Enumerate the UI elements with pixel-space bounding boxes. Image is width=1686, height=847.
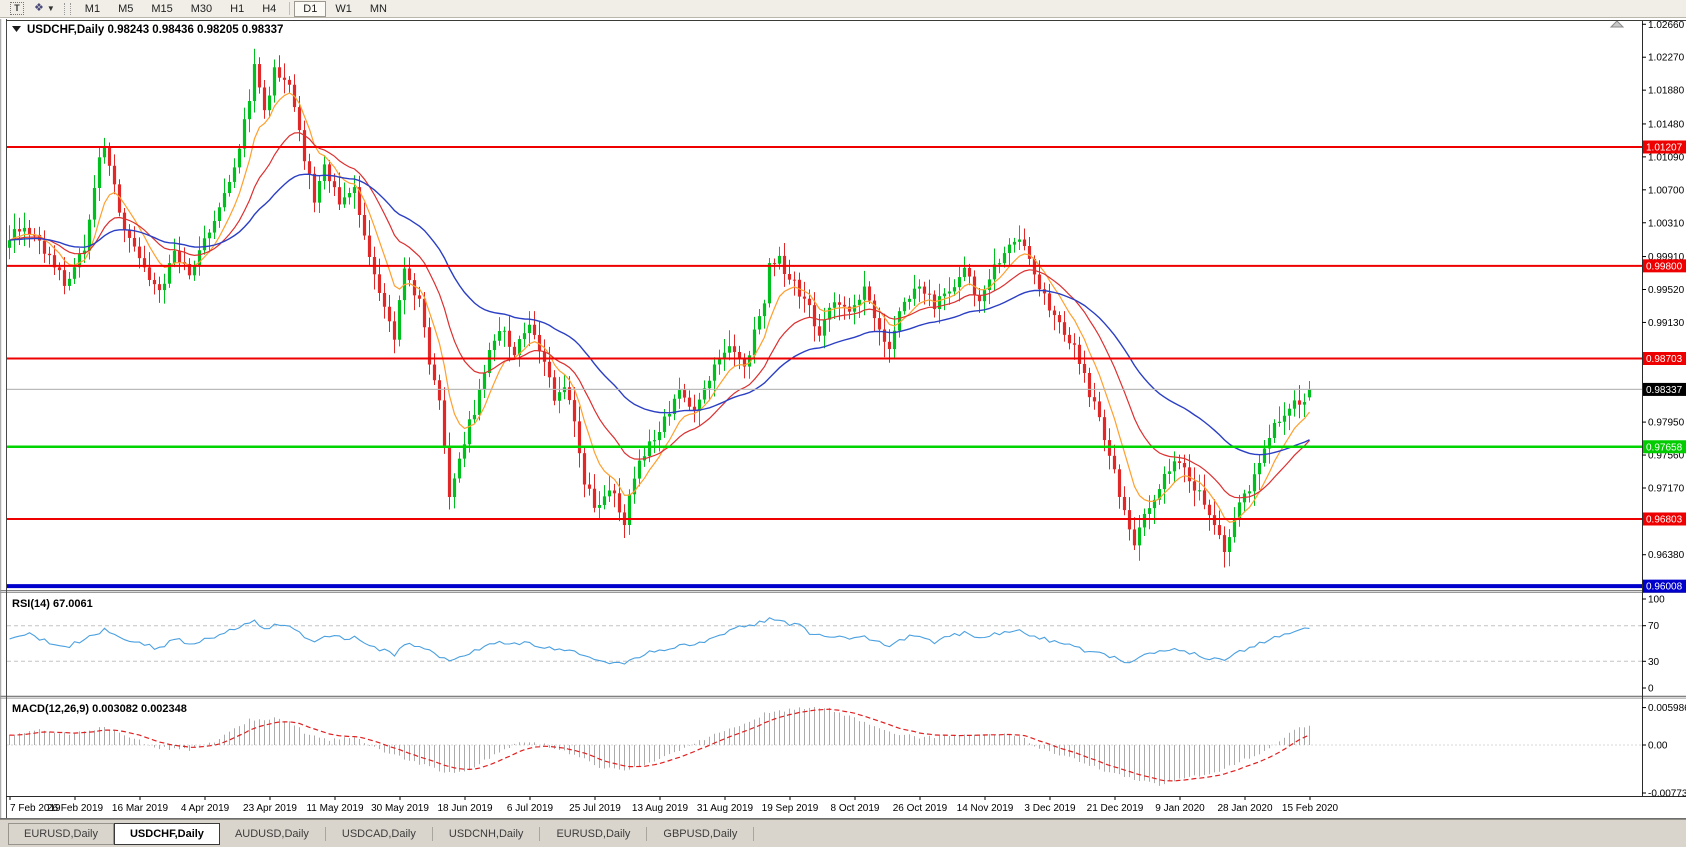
svg-text:1.01090: 1.01090 bbox=[1648, 152, 1685, 163]
svg-text:0.98703: 0.98703 bbox=[1646, 354, 1683, 365]
indicators-button[interactable]: ❖ ▼ bbox=[30, 1, 59, 17]
timeframe-button-m1[interactable]: M1 bbox=[76, 1, 109, 17]
chart-tab-usdcad-3[interactable]: USDCAD,Daily bbox=[327, 824, 431, 844]
svg-text:13 Aug 2019: 13 Aug 2019 bbox=[632, 803, 689, 814]
svg-text:0.96803: 0.96803 bbox=[1646, 514, 1683, 525]
svg-text:0.99520: 0.99520 bbox=[1648, 285, 1685, 296]
tab-divider bbox=[431, 826, 433, 841]
svg-text:1.01880: 1.01880 bbox=[1648, 86, 1685, 97]
tab-divider bbox=[539, 826, 541, 841]
svg-text:0.99130: 0.99130 bbox=[1648, 318, 1685, 329]
timeframe-button-h4[interactable]: H4 bbox=[253, 1, 285, 17]
svg-text:-0.007737: -0.007737 bbox=[1648, 789, 1686, 800]
svg-text:26 Feb 2019: 26 Feb 2019 bbox=[47, 803, 104, 814]
bottom-tab-bar: EURUSD,Daily USDCHF,Daily AUDUSD,Daily USDC… bbox=[0, 819, 1686, 847]
tab-divider bbox=[324, 826, 326, 841]
svg-text:1.02660: 1.02660 bbox=[1648, 20, 1685, 31]
timeframe-button-m30[interactable]: M30 bbox=[182, 1, 221, 17]
svg-text:1.02270: 1.02270 bbox=[1648, 53, 1685, 64]
svg-text:0.96380: 0.96380 bbox=[1648, 550, 1685, 561]
toolbar-separator bbox=[289, 2, 291, 15]
svg-text:1.00700: 1.00700 bbox=[1648, 185, 1685, 196]
toolbar-grip-handle[interactable] bbox=[63, 2, 71, 15]
svg-text:15 Feb 2020: 15 Feb 2020 bbox=[1282, 803, 1339, 814]
svg-text:0.97170: 0.97170 bbox=[1648, 483, 1685, 494]
chart-title-ohlc: USDCHF,Daily 0.98243 0.98436 0.98205 0.9… bbox=[27, 24, 283, 36]
svg-text:26 Oct 2019: 26 Oct 2019 bbox=[893, 803, 948, 814]
svg-text:0.97658: 0.97658 bbox=[1646, 442, 1683, 453]
svg-text:18 Jun 2019: 18 Jun 2019 bbox=[437, 803, 492, 814]
svg-text:6 Jul 2019: 6 Jul 2019 bbox=[507, 803, 554, 814]
text-tool-icon: T bbox=[10, 2, 24, 15]
timeframe-button-h1[interactable]: H1 bbox=[221, 1, 253, 17]
svg-text:0.005986: 0.005986 bbox=[1648, 703, 1686, 714]
svg-text:100: 100 bbox=[1648, 595, 1665, 606]
svg-text:70: 70 bbox=[1648, 621, 1660, 632]
svg-text:28 Jan 2020: 28 Jan 2020 bbox=[1217, 803, 1272, 814]
svg-text:1.01207: 1.01207 bbox=[1646, 143, 1683, 154]
svg-text:23 Apr 2019: 23 Apr 2019 bbox=[243, 803, 297, 814]
rsi-label: RSI(14) 67.0061 bbox=[12, 598, 93, 610]
svg-text:30: 30 bbox=[1648, 657, 1660, 668]
svg-text:4 Apr 2019: 4 Apr 2019 bbox=[181, 803, 230, 814]
timeframe-button-m5[interactable]: M5 bbox=[109, 1, 142, 17]
svg-text:25 Jul 2019: 25 Jul 2019 bbox=[569, 803, 621, 814]
svg-text:11 May 2019: 11 May 2019 bbox=[306, 803, 364, 814]
tab-divider bbox=[646, 826, 648, 841]
chart-area[interactable]: USDCHF,Daily 0.98243 0.98436 0.98205 0.9… bbox=[0, 19, 1686, 819]
timeframe-button-mn[interactable]: MN bbox=[361, 1, 396, 17]
svg-text:0.97950: 0.97950 bbox=[1648, 418, 1685, 429]
svg-text:16 Mar 2019: 16 Mar 2019 bbox=[112, 803, 169, 814]
svg-text:3 Dec 2019: 3 Dec 2019 bbox=[1024, 803, 1076, 814]
svg-text:19 Sep 2019: 19 Sep 2019 bbox=[762, 803, 819, 814]
indicators-icon: ❖ bbox=[34, 2, 44, 14]
chart-tab-eurusd-5[interactable]: EURUSD,Daily bbox=[541, 824, 645, 844]
svg-text:0.99800: 0.99800 bbox=[1646, 261, 1683, 272]
macd-label: MACD(12,26,9) 0.003082 0.002348 bbox=[12, 703, 187, 715]
svg-text:0.96008: 0.96008 bbox=[1646, 582, 1683, 593]
svg-text:1.00310: 1.00310 bbox=[1648, 218, 1685, 229]
chart-tab-usdcnh-4[interactable]: USDCNH,Daily bbox=[434, 824, 539, 844]
svg-text:0.00: 0.00 bbox=[1648, 741, 1668, 752]
timeframe-button-m15[interactable]: M15 bbox=[142, 1, 181, 17]
top-toolbar: T ❖ ▼ M1 M5 M15 M30 H1 H4 D1 W1 MN bbox=[0, 0, 1686, 18]
dropdown-caret-icon: ▼ bbox=[46, 4, 55, 13]
svg-text:8 Oct 2019: 8 Oct 2019 bbox=[831, 803, 880, 814]
chart-tab-eurusd-0[interactable]: EURUSD,Daily bbox=[8, 822, 114, 845]
chart-tab-usdchf-1[interactable]: USDCHF,Daily bbox=[113, 822, 220, 845]
chart-tab-audusd-2[interactable]: AUDUSD,Daily bbox=[220, 824, 324, 844]
tab-divider bbox=[753, 826, 755, 841]
svg-text:31 Aug 2019: 31 Aug 2019 bbox=[697, 803, 754, 814]
svg-text:1.01480: 1.01480 bbox=[1648, 119, 1685, 130]
svg-text:9 Jan 2020: 9 Jan 2020 bbox=[1155, 803, 1205, 814]
svg-text:0: 0 bbox=[1648, 684, 1654, 695]
svg-text:21 Dec 2019: 21 Dec 2019 bbox=[1087, 803, 1144, 814]
svg-text:14 Nov 2019: 14 Nov 2019 bbox=[957, 803, 1014, 814]
text-tool-button[interactable]: T bbox=[6, 1, 28, 17]
chart-tab-gbpusd-6[interactable]: GBPUSD,Daily bbox=[648, 824, 752, 844]
timeframe-button-d1[interactable]: D1 bbox=[294, 0, 327, 17]
svg-text:30 May 2019: 30 May 2019 bbox=[371, 803, 429, 814]
timeframe-button-group: M1 M5 M15 M30 H1 H4 D1 W1 MN bbox=[76, 0, 396, 17]
timeframe-button-w1[interactable]: W1 bbox=[326, 1, 361, 17]
svg-text:0.98337: 0.98337 bbox=[1646, 385, 1683, 396]
